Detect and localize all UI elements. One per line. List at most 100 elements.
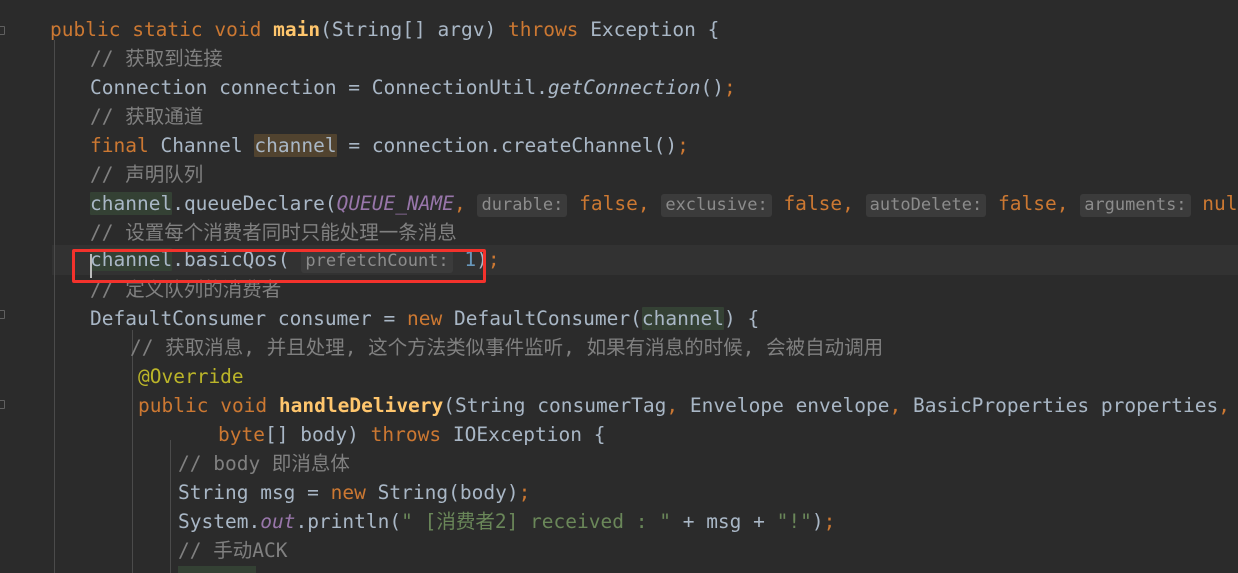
code-line[interactable]: channel.basicQos( prefetchCount: 1); (0, 245, 500, 275)
code-line[interactable]: // 获取通道 (0, 102, 203, 132)
code-token: ConnectionUtil (371, 76, 537, 99)
code-token: // 声明队列 (90, 163, 204, 186)
code-token: , (637, 192, 650, 215)
code-token: , (666, 394, 679, 417)
code-token: "!" (776, 510, 812, 533)
code-token: @Override (138, 365, 244, 388)
code-token: ) (347, 423, 371, 446)
code-token: Channel (160, 134, 243, 157)
code-editor[interactable]: public static void main(String[] argv) t… (0, 0, 1238, 573)
code-line[interactable]: public void handleDelivery(String consum… (0, 391, 1230, 421)
code-token: , (842, 192, 854, 215)
code-line[interactable]: channel.queueDeclare(QUEUE_NAME, durable… (0, 189, 1238, 219)
code-token: + (741, 510, 777, 533)
code-token: envelope (795, 394, 890, 417)
code-token: = (336, 134, 372, 157)
code-token: connection (219, 76, 337, 99)
code-token: main (273, 18, 321, 41)
code-token: . (172, 248, 184, 271)
code-token: msg (260, 481, 296, 504)
code-token: ; (518, 481, 531, 504)
code-token: println (307, 510, 390, 533)
code-token: ) (484, 18, 508, 41)
code-token: public (50, 18, 121, 41)
code-token: IOException (452, 423, 582, 446)
code-token: false (997, 192, 1057, 215)
code-line[interactable]: final Channel channel = connection.creat… (0, 131, 689, 161)
code-token: public (138, 394, 209, 417)
code-token: String (455, 394, 526, 417)
code-token: ( (324, 192, 337, 215)
code-line[interactable]: // 获取消息, 并且处理, 这个方法类似事件监听, 如果有消息的时候, 会被自… (0, 333, 883, 363)
code-line[interactable]: String msg = new String(body); (0, 478, 530, 508)
code-token: ( (320, 18, 332, 41)
code-token: Envelope (689, 394, 784, 417)
code-token: ) { (724, 307, 760, 330)
code-text-layer[interactable]: public static void main(String[] argv) t… (0, 0, 1238, 573)
code-token: throws (507, 18, 579, 41)
code-line[interactable]: // 获取到连接 (0, 44, 223, 74)
code-token: String (377, 481, 449, 504)
code-token: ( (277, 248, 290, 271)
code-line[interactable]: Connection connection = ConnectionUtil.g… (0, 73, 736, 103)
code-token: body (300, 423, 348, 446)
code-token: ) (811, 510, 824, 533)
code-token: { (695, 18, 720, 41)
code-token: channel (90, 248, 173, 271)
code-token: DefaultConsumer (90, 307, 267, 330)
code-token: ( (443, 394, 456, 417)
code-line[interactable]: // 手动ACK (0, 536, 287, 566)
code-token: . (489, 134, 501, 157)
code-token: arguments: (1080, 194, 1191, 217)
code-token: body (459, 481, 507, 504)
code-token: = (371, 307, 408, 330)
code-token: DefaultConsumer (454, 307, 631, 330)
code-line[interactable]: DefaultConsumer consumer = new DefaultCo… (0, 304, 759, 334)
code-token: channel (90, 192, 173, 215)
code-token: handleDelivery (278, 394, 444, 417)
code-token: consumer (277, 307, 372, 330)
code-token: ( (630, 307, 642, 330)
code-line[interactable]: byte[] body) throws IOException { (0, 420, 605, 450)
code-line[interactable]: // 声明队列 (0, 160, 203, 190)
code-token: Connection (90, 76, 208, 99)
code-line[interactable]: // 定义队列的消费者 (0, 275, 281, 305)
code-token: " [消费者2] received : " (401, 510, 671, 533)
code-token: . (295, 510, 308, 533)
code-token: out (260, 510, 296, 533)
code-line[interactable]: // 设置每个消费者同时只能处理一条消息 (0, 218, 457, 248)
code-token: durable: (477, 194, 568, 217)
code-token: void (220, 394, 268, 417)
code-token: Exception (590, 18, 696, 41)
code-token: // 获取通道 (90, 105, 204, 128)
code-line[interactable]: public static void main(String[] argv) t… (0, 15, 719, 45)
code-token: // 设置每个消费者同时只能处理一条消息 (90, 221, 457, 244)
code-token: String (178, 481, 249, 504)
code-token: , (889, 394, 902, 417)
code-token: new (407, 307, 443, 330)
code-token: static (132, 18, 203, 41)
code-line[interactable]: @Override (0, 362, 244, 392)
code-line[interactable]: // body 即消息体 (0, 449, 350, 479)
code-token: throws (370, 423, 442, 446)
code-line[interactable]: System.out.println(" [消费者2] received : "… (0, 507, 835, 537)
code-token: // 定义队列的消费者 (90, 278, 282, 301)
code-token: [] (264, 423, 301, 446)
code-token: ; (724, 76, 736, 99)
code-token: = (336, 76, 372, 99)
